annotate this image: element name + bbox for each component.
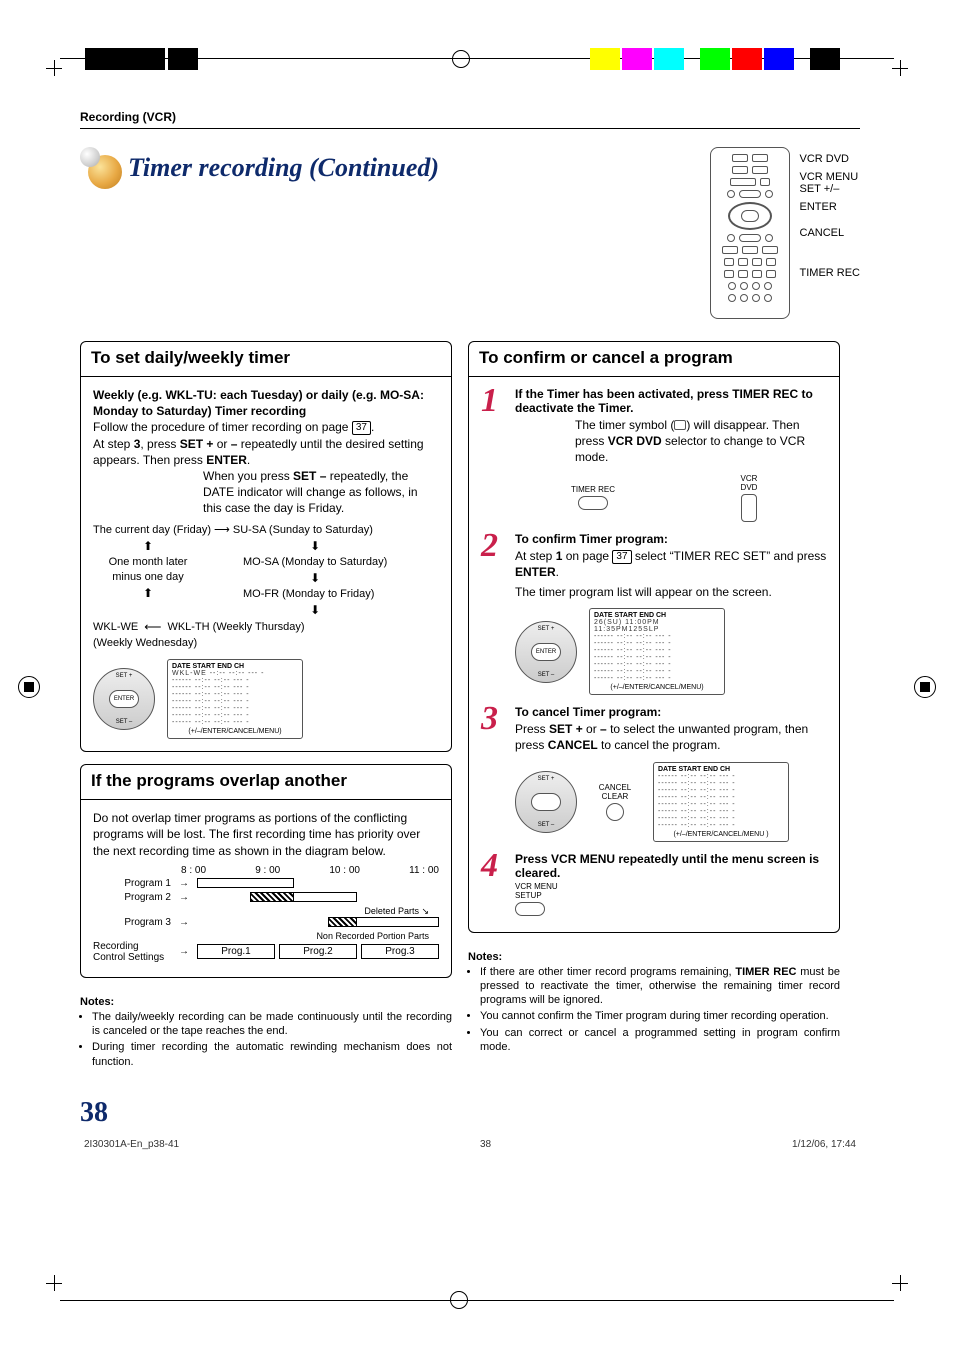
body-text: When you press SET – repeatedly, the DAT… xyxy=(93,468,439,517)
note-item: During timer recording the automatic rew… xyxy=(92,1040,452,1069)
note-item: You can correct or cancel a programmed s… xyxy=(480,1026,840,1055)
footer-right: 1/12/06, 17:44 xyxy=(792,1139,856,1150)
title-area: Timer recording (Continued) xyxy=(80,147,680,189)
timer-icon xyxy=(674,420,686,430)
registration-target-right xyxy=(914,676,936,698)
step-number: 1 xyxy=(481,387,507,522)
crop-mark xyxy=(892,60,908,76)
remote-labels: VCR DVD VCR MENUSET +/– ENTER CANCEL TIM… xyxy=(800,147,861,280)
button-illustration: CANCEL CLEAR xyxy=(589,783,641,821)
remote-diagram: VCR DVD VCR MENUSET +/– ENTER CANCEL TIM… xyxy=(710,147,861,319)
dial-icon: SET + SET – xyxy=(515,771,577,833)
button-illustration: VCRDVD xyxy=(723,474,775,522)
footer-center: 38 xyxy=(480,1139,491,1150)
body-text: Do not overlap timer programs as portion… xyxy=(93,810,439,859)
osd-screen: DATE START END CH 26(SU) 11:00PM 11:35PM… xyxy=(589,608,725,695)
note-item: You cannot confirm the Timer program dur… xyxy=(480,1009,840,1023)
sphere-icon xyxy=(80,147,122,189)
content: Recording (VCR) Timer recording (Continu… xyxy=(80,110,860,1150)
panel-heading: To set daily/weekly timer xyxy=(81,342,451,377)
notes-right: Notes: If there are other timer record p… xyxy=(468,951,840,1057)
step-4: 4 Press VCR MENU repeatedly until the me… xyxy=(481,852,827,916)
body-text: Follow the procedure of timer recording … xyxy=(93,419,439,435)
panel-heading: If the programs overlap another xyxy=(81,765,451,800)
step-number: 3 xyxy=(481,705,507,841)
step-3: 3 To cancel Timer program: Press SET + o… xyxy=(481,705,827,841)
page-number: 38 xyxy=(80,1097,452,1129)
panel-overlap: If the programs overlap another Do not o… xyxy=(80,764,452,978)
remote-label: CANCEL xyxy=(800,227,861,239)
crop-mark xyxy=(46,60,62,76)
dial-icon: SET + ENTER SET – xyxy=(515,621,577,683)
step-number: 4 xyxy=(481,852,507,916)
registration-bar-bottom xyxy=(60,1291,894,1311)
step-2: 2 To confirm Timer program: At step 1 on… xyxy=(481,532,827,696)
registration-bar-top xyxy=(60,48,894,70)
panel-heading: To confirm or cancel a program xyxy=(469,342,839,377)
registration-target-left xyxy=(18,676,40,698)
page: Recording (VCR) Timer recording (Continu… xyxy=(0,0,954,1351)
remote-label: ENTER xyxy=(800,201,861,213)
print-footer: 2I30301A-En_p38-41 38 1/12/06, 17:44 xyxy=(80,1139,860,1150)
remote-label: SET +/– xyxy=(800,183,840,195)
remote-icon xyxy=(710,147,790,319)
crop-mark xyxy=(46,1275,62,1291)
page-ref: 37 xyxy=(352,421,371,435)
page-title: Timer recording (Continued) xyxy=(128,153,439,183)
osd-screen: DATE START END CH ------ --:-- --:-- ---… xyxy=(653,762,789,842)
dial-icon: SET + ENTER SET – xyxy=(93,668,155,730)
button-illustration: VCR MENU SETUP xyxy=(515,882,567,916)
note-item: If there are other timer record programs… xyxy=(480,965,840,1008)
step-number: 2 xyxy=(481,532,507,696)
remote-label: VCR DVD xyxy=(800,153,861,165)
flow-diagram: The current day (Friday) ⟶ SU-SA (Sunday… xyxy=(93,523,439,652)
right-column: To confirm or cancel a program 1 If the … xyxy=(468,341,840,1129)
page-ref: 37 xyxy=(612,550,631,564)
button-illustration: TIMER REC xyxy=(567,485,619,510)
body-text: At step 3, press SET + or – repeatedly u… xyxy=(93,436,439,468)
panel-set-timer: To set daily/weekly timer Weekly (e.g. W… xyxy=(80,341,452,752)
timeline-diagram: 8 : 00 9 : 00 10 : 00 11 : 00 Program 1→… xyxy=(93,865,439,963)
crop-mark xyxy=(892,1275,908,1291)
step-1: 1 If the Timer has been activated, press… xyxy=(481,387,827,522)
remote-label: TIMER REC xyxy=(800,267,861,279)
notes-left: Notes: The daily/weekly recording can be… xyxy=(80,996,452,1071)
left-column: To set daily/weekly timer Weekly (e.g. W… xyxy=(80,341,452,1129)
panel-confirm-cancel: To confirm or cancel a program 1 If the … xyxy=(468,341,840,933)
footer-left: 2I30301A-En_p38-41 xyxy=(84,1139,179,1150)
remote-label: VCR MENU xyxy=(800,171,859,183)
note-item: The daily/weekly recording can be made c… xyxy=(92,1010,452,1039)
section-label: Recording (VCR) xyxy=(80,110,860,124)
osd-screen: DATE START END CH WKL-WE --:-- --:-- ---… xyxy=(167,659,303,739)
subheading: Weekly (e.g. WKL-TU: each Tuesday) or da… xyxy=(93,388,424,418)
